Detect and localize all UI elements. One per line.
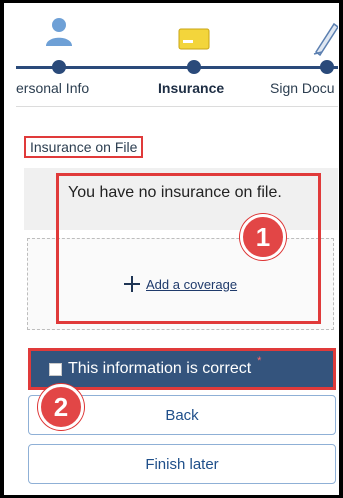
confirm-checkbox[interactable] (49, 362, 62, 376)
step-dot-personal-info (52, 60, 66, 74)
person-icon (46, 18, 72, 46)
insurance-screen: ersonal Info Insurance Sign Docu Insuran… (16, 6, 338, 494)
annotation-badge-2: 2 (38, 384, 84, 430)
annotation-badge-1: 1 (240, 214, 286, 260)
step-label-personal-info[interactable]: ersonal Info (16, 80, 89, 96)
step-label-sign-documents[interactable]: Sign Docu (270, 80, 335, 96)
step-dot-sign-documents (320, 60, 334, 74)
pen-icon (313, 22, 338, 56)
confirm-information-checkbox-row[interactable]: This information is correct * (28, 348, 336, 390)
required-marker: * (257, 355, 262, 367)
section-title-insurance-on-file: Insurance on File (24, 136, 144, 158)
step-dot-insurance (187, 60, 201, 74)
step-label-insurance[interactable]: Insurance (158, 80, 224, 96)
id-card-icon (178, 28, 210, 50)
stepper-divider (16, 106, 338, 107)
finish-later-button[interactable]: Finish later (28, 444, 336, 484)
confirm-label: This information is correct (68, 360, 252, 377)
progress-stepper: ersonal Info Insurance Sign Docu (16, 6, 338, 118)
